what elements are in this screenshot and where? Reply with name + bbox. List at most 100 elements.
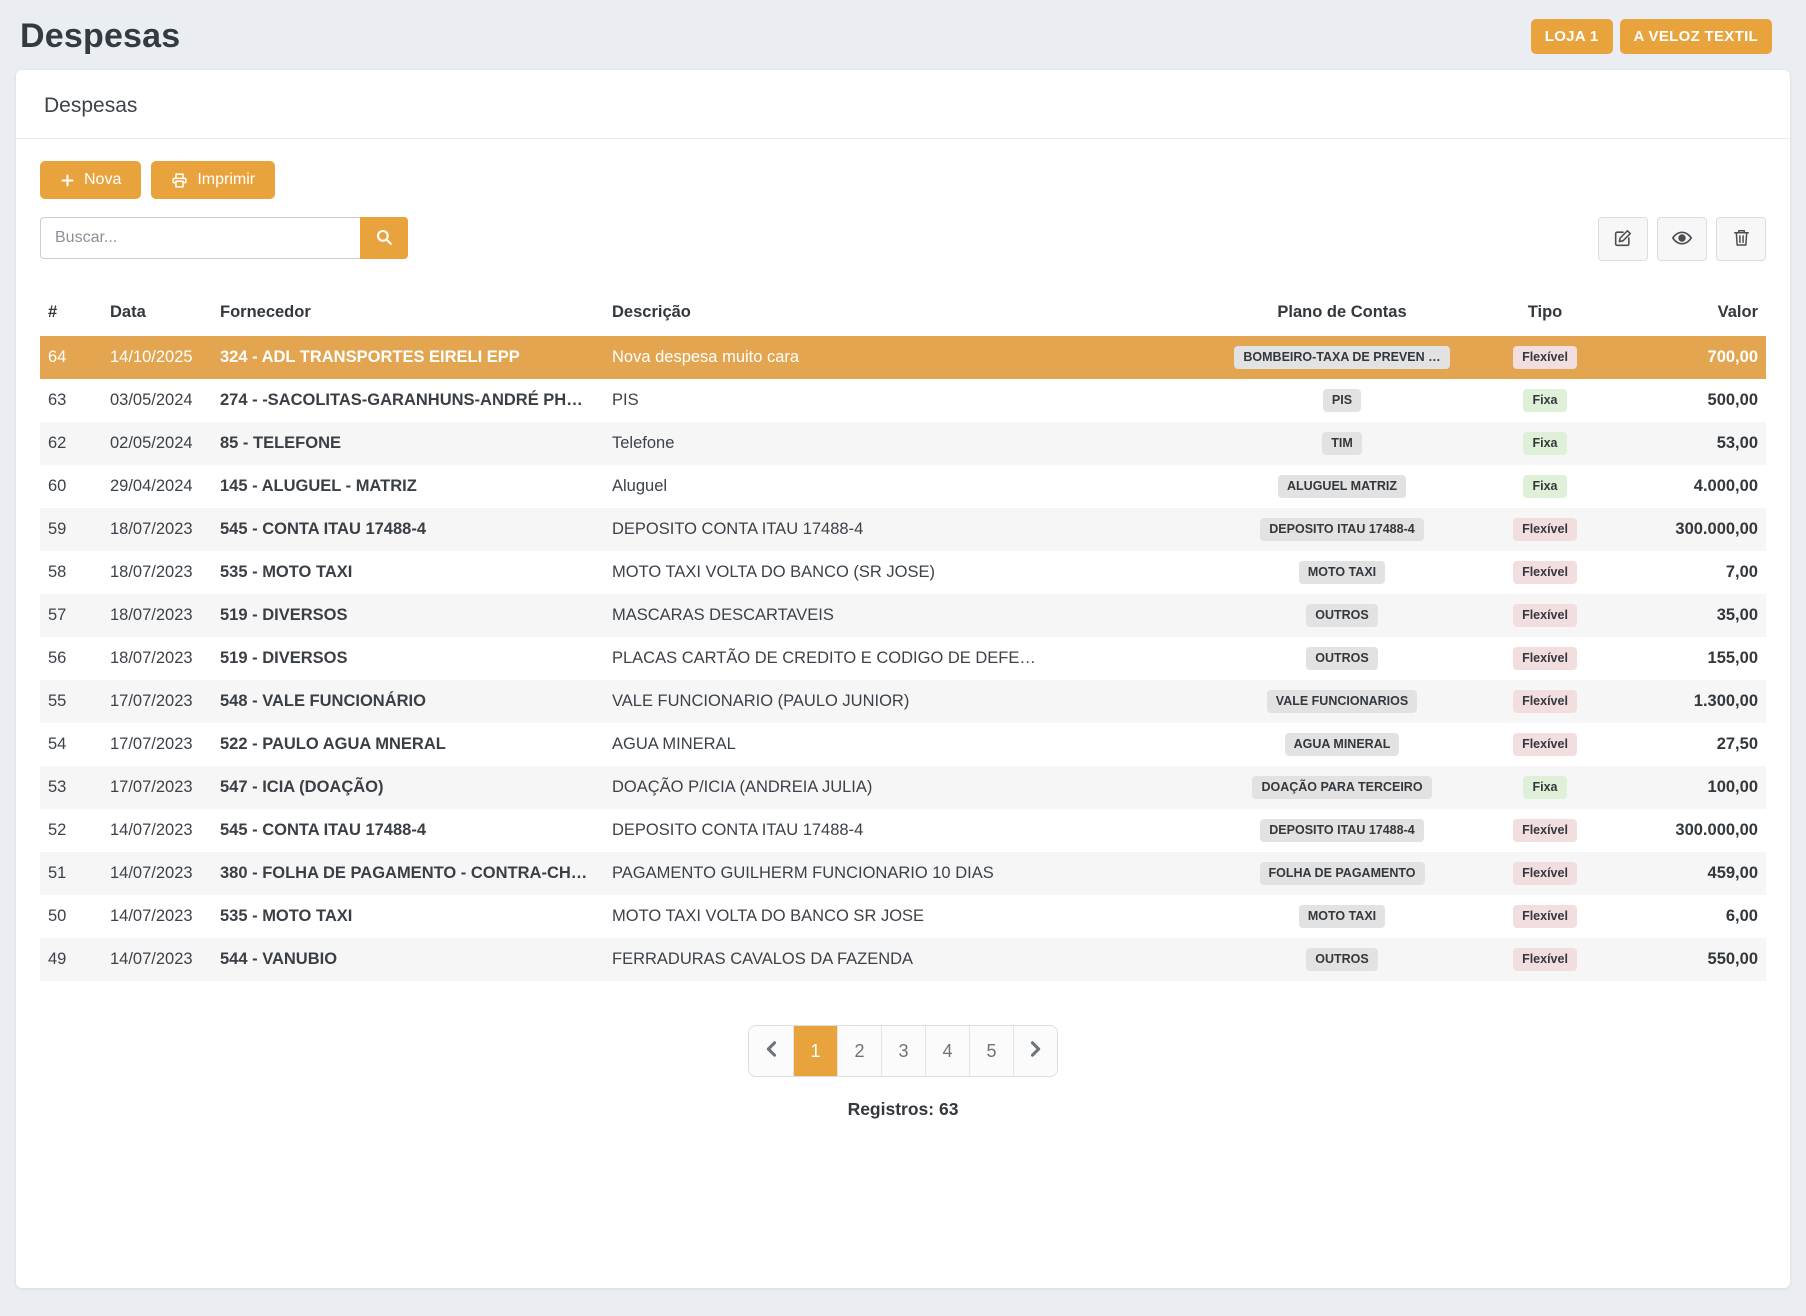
new-expense-button[interactable]: Nova <box>40 161 141 199</box>
type-badge: Flexível <box>1513 905 1577 928</box>
cell-supplier: 519 - DIVERSOS <box>212 637 604 680</box>
cell-date: 18/07/2023 <box>102 637 212 680</box>
plan-badge: FOLHA DE PAGAMENTO <box>1260 862 1425 885</box>
search-input[interactable] <box>40 217 360 259</box>
cell-supplier: 535 - MOTO TAXI <box>212 895 604 938</box>
edit-icon <box>1613 228 1633 251</box>
expense-row[interactable]: 4914/07/2023544 - VANUBIOFERRADURAS CAVA… <box>40 938 1766 981</box>
expense-row[interactable]: 6414/10/2025324 - ADL TRANSPORTES EIRELI… <box>40 336 1766 379</box>
expense-row[interactable]: 5317/07/2023547 - ICIA (DOAÇÃO)DOAÇÃO P/… <box>40 766 1766 809</box>
toolbar: Nova Imprimir <box>40 161 1766 199</box>
cell-type: Flexível <box>1476 680 1614 723</box>
pagination-page-3[interactable]: 3 <box>881 1026 925 1076</box>
cell-description: MOTO TAXI VOLTA DO BANCO (SR JOSE) <box>604 551 1208 594</box>
row-action-buttons <box>1598 217 1766 261</box>
cell-plan: MOTO TAXI <box>1208 895 1476 938</box>
cell-description: MOTO TAXI VOLTA DO BANCO SR JOSE <box>604 895 1208 938</box>
cell-supplier: 324 - ADL TRANSPORTES EIRELI EPP <box>212 336 604 379</box>
cell-supplier: 274 - -SACOLITAS-GARANHUNS-ANDRÉ PH… <box>212 379 604 422</box>
cell-description: Nova despesa muito cara <box>604 336 1208 379</box>
print-button[interactable]: Imprimir <box>151 161 275 199</box>
cell-plan: VALE FUNCIONARIOS <box>1208 680 1476 723</box>
search-button[interactable] <box>360 217 408 259</box>
cell-id: 55 <box>40 680 102 723</box>
cell-description: PIS <box>604 379 1208 422</box>
expense-row[interactable]: 5918/07/2023545 - CONTA ITAU 17488-4DEPO… <box>40 508 1766 551</box>
cell-supplier: 547 - ICIA (DOAÇÃO) <box>212 766 604 809</box>
cell-value: 7,00 <box>1614 551 1766 594</box>
cell-type: Flexível <box>1476 508 1614 551</box>
pagination-next-button[interactable] <box>1013 1026 1057 1076</box>
cell-date: 17/07/2023 <box>102 680 212 723</box>
expense-row[interactable]: 5014/07/2023535 - MOTO TAXIMOTO TAXI VOL… <box>40 895 1766 938</box>
cell-id: 50 <box>40 895 102 938</box>
store-button-loja1[interactable]: LOJA 1 <box>1531 19 1613 54</box>
cell-plan: OUTROS <box>1208 594 1476 637</box>
cell-type: Fixa <box>1476 422 1614 465</box>
pagination-page-2[interactable]: 2 <box>837 1026 881 1076</box>
expense-row[interactable]: 5718/07/2023519 - DIVERSOSMASCARAS DESCA… <box>40 594 1766 637</box>
view-button[interactable] <box>1657 217 1707 261</box>
cell-supplier: 545 - CONTA ITAU 17488-4 <box>212 809 604 852</box>
pagination-page-1[interactable]: 1 <box>793 1026 837 1076</box>
cell-type: Flexível <box>1476 637 1614 680</box>
cell-plan: DEPOSITO ITAU 17488-4 <box>1208 809 1476 852</box>
expense-row[interactable]: 5618/07/2023519 - DIVERSOSPLACAS CARTÃO … <box>40 637 1766 680</box>
expenses-table: # Data Fornecedor Descrição Plano de Con… <box>40 291 1766 981</box>
store-button-company[interactable]: A VELOZ TEXTIL <box>1620 19 1772 54</box>
cell-id: 53 <box>40 766 102 809</box>
cell-date: 14/10/2025 <box>102 336 212 379</box>
expense-row[interactable]: 5114/07/2023380 - FOLHA DE PAGAMENTO - C… <box>40 852 1766 895</box>
table-header-row: # Data Fornecedor Descrição Plano de Con… <box>40 291 1766 336</box>
pagination-page-5[interactable]: 5 <box>969 1026 1013 1076</box>
col-header-value: Valor <box>1614 291 1766 336</box>
cell-type: Flexível <box>1476 895 1614 938</box>
expense-row[interactable]: 5818/07/2023535 - MOTO TAXIMOTO TAXI VOL… <box>40 551 1766 594</box>
expense-row[interactable]: 6202/05/202485 - TELEFONETelefoneTIMFixa… <box>40 422 1766 465</box>
cell-date: 18/07/2023 <box>102 508 212 551</box>
pagination-prev-button[interactable] <box>749 1026 793 1076</box>
cell-value: 550,00 <box>1614 938 1766 981</box>
eye-icon <box>1671 227 1693 252</box>
cell-description: Aluguel <box>604 465 1208 508</box>
expense-row[interactable]: 6029/04/2024145 - ALUGUEL - MATRIZAlugue… <box>40 465 1766 508</box>
trash-icon <box>1732 228 1751 250</box>
cell-description: FERRADURAS CAVALOS DA FAZENDA <box>604 938 1208 981</box>
cell-date: 14/07/2023 <box>102 852 212 895</box>
expense-row[interactable]: 5214/07/2023545 - CONTA ITAU 17488-4 DEPO… <box>40 809 1766 852</box>
cell-date: 14/07/2023 <box>102 809 212 852</box>
cell-type: Fixa <box>1476 766 1614 809</box>
type-badge: Flexível <box>1513 733 1577 756</box>
expense-row[interactable]: 5417/07/2023522 - PAULO AGUA MNERALAGUA … <box>40 723 1766 766</box>
expense-row[interactable]: 6303/05/2024274 - -SACOLITAS-GARANHUNS-A… <box>40 379 1766 422</box>
cell-plan: OUTROS <box>1208 938 1476 981</box>
cell-description: PLACAS CARTÃO DE CREDITO E CODIGO DE DEF… <box>604 637 1208 680</box>
cell-supplier: 380 - FOLHA DE PAGAMENTO - CONTRA-CH… <box>212 852 604 895</box>
cell-plan: TIM <box>1208 422 1476 465</box>
cell-value: 53,00 <box>1614 422 1766 465</box>
card-body: Nova Imprimir <box>16 139 1790 1180</box>
type-badge: Fixa <box>1523 475 1566 498</box>
chevron-left-icon <box>764 1041 778 1062</box>
cell-date: 17/07/2023 <box>102 723 212 766</box>
col-header-date: Data <box>102 291 212 336</box>
edit-button[interactable] <box>1598 217 1648 261</box>
delete-button[interactable] <box>1716 217 1766 261</box>
expense-row[interactable]: 5517/07/2023548 - VALE FUNCIONÁRIOVALE F… <box>40 680 1766 723</box>
pagination-page-4[interactable]: 4 <box>925 1026 969 1076</box>
cell-description: MASCARAS DESCARTAVEIS <box>604 594 1208 637</box>
records-count: Registros: 63 <box>40 1099 1766 1120</box>
cell-value: 4.000,00 <box>1614 465 1766 508</box>
cell-id: 57 <box>40 594 102 637</box>
plan-badge: PIS <box>1323 389 1361 412</box>
plan-badge: BOMBEIRO-TAXA DE PREVEN … <box>1234 346 1449 369</box>
plan-badge: OUTROS <box>1306 604 1377 627</box>
cell-description: DEPOSITO CONTA ITAU 17488-4 <box>604 508 1208 551</box>
top-bar: Despesas LOJA 1 A VELOZ TEXTIL <box>0 0 1806 70</box>
cell-value: 1.300,00 <box>1614 680 1766 723</box>
cell-id: 52 <box>40 809 102 852</box>
cell-supplier: 535 - MOTO TAXI <box>212 551 604 594</box>
cell-date: 14/07/2023 <box>102 895 212 938</box>
cell-type: Flexível <box>1476 723 1614 766</box>
cell-plan: ALUGUEL MATRIZ <box>1208 465 1476 508</box>
